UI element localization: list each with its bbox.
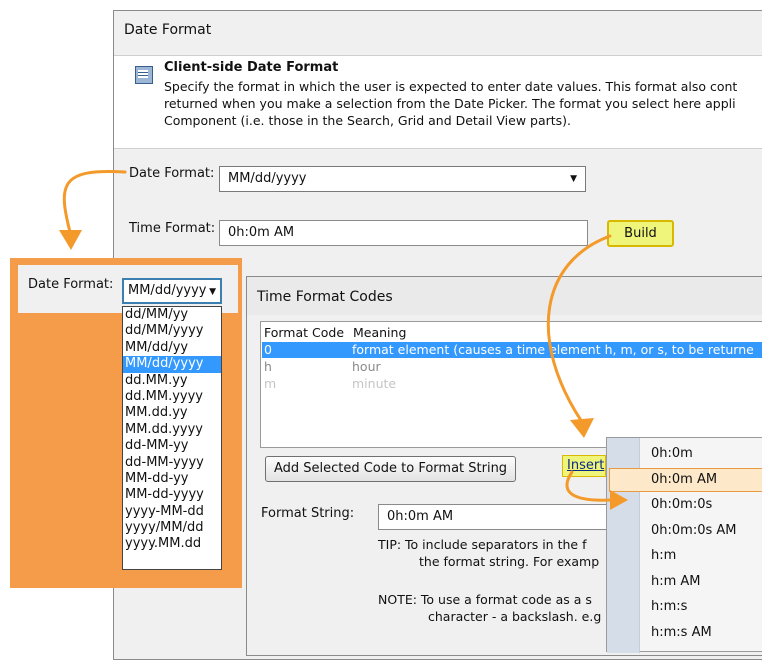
arrowhead-down-icon <box>59 230 82 250</box>
date-format-option[interactable]: MM/dd/yy <box>123 340 221 356</box>
format-code-cell: 0 <box>264 342 272 357</box>
format-code-cell: h <box>264 359 272 374</box>
date-format-options-list: dd/MM/yy dd/MM/yyyy MM/dd/yy MM/dd/yyyy dd.M… <box>122 306 222 570</box>
insert-button[interactable]: Insert <box>562 455 606 477</box>
date-format-option[interactable]: yyyy-MM-dd <box>123 504 221 520</box>
date-format-value: MM/dd/yyyy <box>228 171 307 186</box>
title-bar: Time Format Codes <box>247 277 762 315</box>
date-format-option[interactable]: dd-MM-yyyy <box>123 455 221 471</box>
date-format-option[interactable]: dd/MM/yyyy <box>123 323 221 339</box>
note-line-2: character - a backslash. e.g <box>428 609 602 624</box>
date-format-select[interactable]: MM/dd/yyyy ▼ <box>219 166 586 192</box>
meaning-cell: format element (causes a time element h,… <box>352 342 754 357</box>
time-format-label: Time Format: <box>129 221 216 236</box>
date-format-option[interactable]: MM/dd/yyyy <box>123 356 221 373</box>
menu-item[interactable]: 0h:0m AM <box>651 472 717 487</box>
chevron-down-icon: ▼ <box>570 174 577 184</box>
dialog-title: Date Format <box>124 22 212 38</box>
description-line-2: returned when you make a selection from … <box>164 96 736 111</box>
callout-date-format-select[interactable]: MM/dd/yyyy ▼ <box>122 278 222 304</box>
note-line-1: NOTE: To use a format code as a s <box>378 592 592 607</box>
menu-item[interactable]: h:m AM <box>651 574 701 589</box>
tip-line-1: TIP: To include separators in the f <box>378 537 587 552</box>
callout-date-format-label: Date Format: <box>28 277 114 292</box>
table-row[interactable]: m minute <box>262 376 762 392</box>
time-format-input[interactable]: 0h:0m AM <box>219 220 588 246</box>
date-format-label: Date Format: <box>129 166 215 181</box>
menu-item[interactable]: h:m <box>651 548 676 563</box>
format-string-input[interactable]: 0h:0m AM <box>378 504 618 530</box>
header-title: Client-side Date Format <box>164 60 339 75</box>
menu-item[interactable]: 0h:0m <box>651 446 693 461</box>
table-row[interactable]: h hour <box>262 359 762 375</box>
date-format-option[interactable]: MM-dd-yy <box>123 471 221 487</box>
date-format-option[interactable]: dd/MM/yy <box>123 307 221 323</box>
table-row[interactable]: 0 format element (causes a time element h… <box>262 342 762 358</box>
date-format-option[interactable]: yyyy.MM.dd <box>123 536 221 552</box>
description-line-1: Specify the format in which the user is … <box>164 79 738 94</box>
date-format-option[interactable]: MM-dd-yyyy <box>123 487 221 503</box>
menu-item[interactable]: h:m:s <box>651 599 687 614</box>
date-format-option[interactable]: dd.MM.yyyy <box>123 389 221 405</box>
format-string-label: Format String: <box>261 506 355 521</box>
column-header-format-code[interactable]: Format Code <box>264 325 344 340</box>
description-line-3: Component (i.e. those in the Search, Gri… <box>164 113 572 128</box>
date-format-option[interactable]: yyyy/MM/dd <box>123 520 221 536</box>
meaning-cell: hour <box>352 359 381 374</box>
insert-menu: 0h:0m 0h:0m AM 0h:0m:0s 0h:0m:0s AM h:m h:m A… <box>606 437 762 653</box>
time-format-value: 0h:0m AM <box>228 225 295 240</box>
date-format-option[interactable]: dd-MM-yy <box>123 438 221 454</box>
header-panel: Client-side Date Format Specify the form… <box>114 55 762 149</box>
date-format-option[interactable]: MM.dd.yy <box>123 405 221 421</box>
format-code-cell: m <box>264 376 277 391</box>
tip-line-2: the format string. For examp <box>419 554 600 569</box>
column-header-meaning[interactable]: Meaning <box>353 325 406 340</box>
add-selected-code-button[interactable]: Add Selected Code to Format String <box>265 456 516 482</box>
format-codes-table: Format Code Meaning 0 format element (cau… <box>260 321 762 448</box>
menu-item[interactable]: 0h:0m:0s AM <box>651 523 737 538</box>
chevron-down-icon: ▼ <box>209 287 216 297</box>
date-format-option[interactable]: MM.dd.yyyy <box>123 422 221 438</box>
menu-item[interactable]: h:m:s AM <box>651 625 712 640</box>
form-icon <box>135 66 153 84</box>
build-button[interactable]: Build <box>607 220 674 247</box>
menu-item[interactable]: 0h:0m:0s <box>651 497 712 512</box>
callout-date-format-value: MM/dd/yyyy <box>128 283 207 298</box>
format-string-value: 0h:0m AM <box>387 509 454 524</box>
meaning-cell: minute <box>352 376 397 391</box>
date-format-option[interactable]: dd.MM.yy <box>123 373 221 389</box>
dialog-title: Time Format Codes <box>257 289 393 305</box>
